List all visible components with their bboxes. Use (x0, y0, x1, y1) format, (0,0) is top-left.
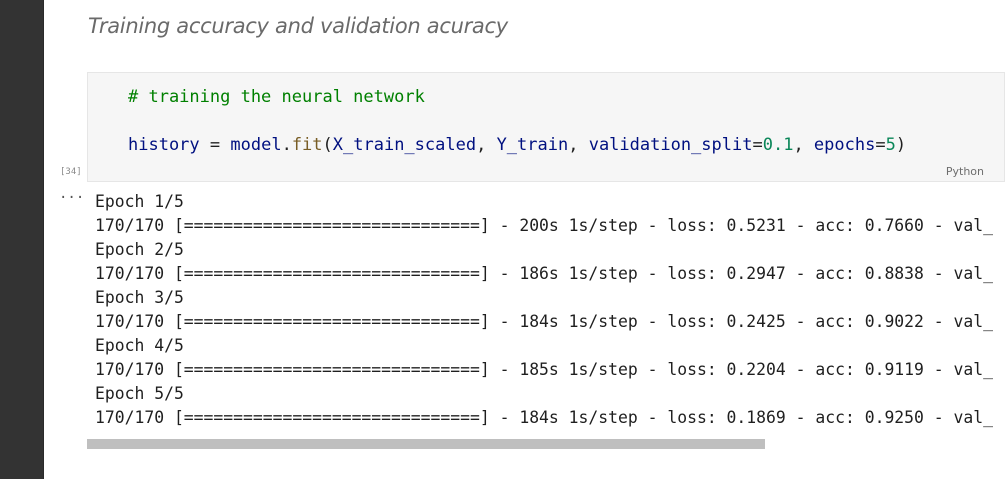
code-equals: = (752, 135, 763, 155)
code-num-epochs: 5 (885, 135, 896, 155)
activity-sidebar (0, 0, 43, 479)
output-line: Epoch 5/5 (95, 384, 184, 403)
cell-output: Epoch 1/5 170/170 [=====================… (95, 190, 1005, 430)
output-line: Epoch 3/5 (95, 288, 184, 307)
code-comment: # training the neural network (128, 87, 425, 107)
code-paren-close: ) (895, 135, 907, 155)
code-dot: . (281, 135, 292, 155)
code-kw-validation-split: validation_split (588, 135, 753, 155)
code-comma: , (793, 135, 814, 155)
code-operator: = (199, 135, 231, 155)
output-line: 170/170 [==============================]… (95, 264, 993, 283)
code-kw-epochs: epochs (813, 135, 876, 155)
output-line: 170/170 [==============================]… (95, 408, 993, 427)
code-comment-line: # training the neural network (128, 87, 425, 107)
output-line: 170/170 [==============================]… (95, 216, 993, 235)
code-paren-open: ( (322, 135, 333, 155)
code-comma: , (476, 135, 497, 155)
code-var-model: model (230, 135, 282, 155)
sidebar-divider (43, 0, 44, 479)
code-statement-line: history = model.fit(X_train_scaled, Y_tr… (128, 135, 906, 155)
output-line: Epoch 4/5 (95, 336, 184, 355)
output-line: Epoch 2/5 (95, 240, 184, 259)
output-line: 170/170 [==============================]… (95, 360, 993, 379)
code-arg-x: X_train_scaled (332, 135, 477, 155)
code-arg-y: Y_train (496, 135, 569, 155)
code-cell-editor[interactable]: # training the neural network history = … (87, 72, 1005, 182)
cell-language-label[interactable]: Python (946, 165, 984, 178)
execution-count: [34] (60, 167, 82, 177)
code-comma: , (568, 135, 589, 155)
code-num-split: 0.1 (762, 135, 794, 155)
code-equals: = (875, 135, 886, 155)
output-actions-icon[interactable]: ··· (59, 190, 84, 206)
code-var-history: history (128, 135, 200, 155)
markdown-heading: Training accuracy and validation acuracy (88, 14, 508, 38)
output-line: Epoch 1/5 (95, 192, 184, 211)
output-line: 170/170 [==============================]… (95, 312, 993, 331)
code-fn-fit: fit (291, 135, 323, 155)
output-horizontal-scrollbar[interactable] (87, 439, 765, 449)
